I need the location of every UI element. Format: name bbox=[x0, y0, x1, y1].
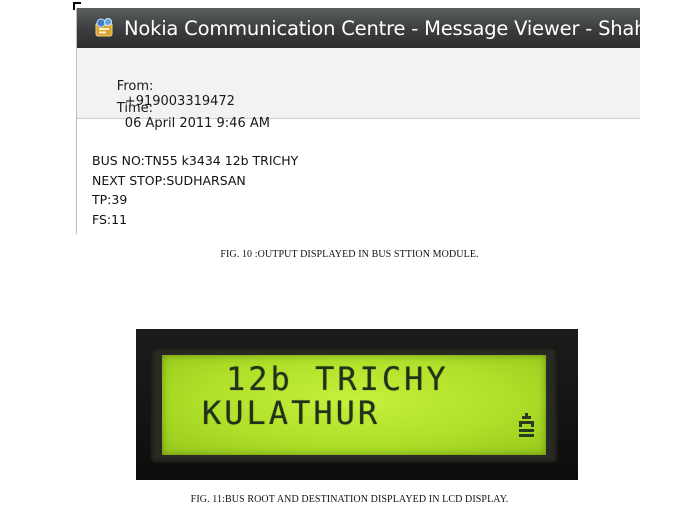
message-timestamp: 06 April 2011 9:46 AM bbox=[124, 116, 270, 131]
message-line-fs: FS:11 bbox=[92, 211, 128, 227]
viewer-window-title: Nokia Communication Centre - Message Vie… bbox=[124, 16, 640, 40]
time-label: Time: bbox=[116, 101, 153, 116]
lcd-screen: 12b TRICHY KULATHUR bbox=[162, 355, 546, 455]
lcd-display-photo: 12b TRICHY KULATHUR bbox=[136, 329, 578, 480]
message-header: From: +919003319472 Time: 06 April 2011 … bbox=[77, 48, 640, 131]
communication-centre-app-icon bbox=[95, 18, 113, 37]
figure-10-caption: FIG. 10 :OUTPUT DISPLAYED IN BUS STTION … bbox=[220, 249, 479, 260]
message-body: BUS NO:TN55 k3434 12b TRICHY NEXT STOP:S… bbox=[92, 151, 298, 229]
figure-11-caption: FIG. 11:BUS ROOT AND DESTINATION DISPLAY… bbox=[190, 494, 509, 505]
lcd-line-route: 12b TRICHY bbox=[226, 360, 449, 398]
message-viewer-screenshot: Nokia Communication Centre - Message Vie… bbox=[76, 8, 640, 234]
lcd-bezel: 12b TRICHY KULATHUR bbox=[150, 347, 558, 463]
message-line-tp: TP:39 bbox=[92, 192, 128, 207]
time-row: Time: 06 April 2011 9:46 AM bbox=[92, 86, 270, 146]
viewer-title-bar: Nokia Communication Centre - Message Vie… bbox=[77, 8, 640, 48]
lcd-custom-glyph-icon bbox=[519, 413, 534, 437]
lcd-line-destination: KULATHUR bbox=[202, 394, 381, 432]
message-line-bus-number: BUS NO:TN55 k3434 12b TRICHY bbox=[92, 153, 299, 168]
message-line-next-stop: NEXT STOP:SUDHARSAN bbox=[92, 172, 246, 188]
